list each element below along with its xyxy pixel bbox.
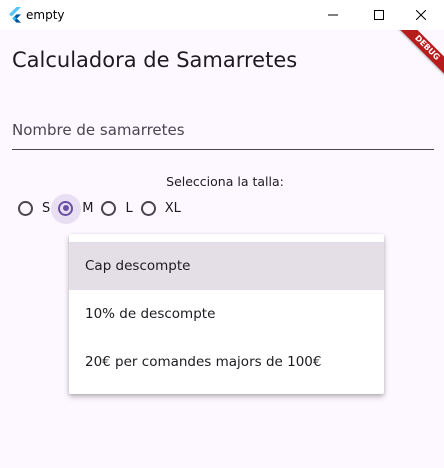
- maximize-button[interactable]: [356, 0, 402, 30]
- size-option-m[interactable]: M: [51, 193, 94, 224]
- size-option-label: XL: [164, 200, 181, 216]
- minimize-icon: [328, 14, 338, 16]
- page-title: Calculadora de Samarretes: [12, 48, 298, 72]
- size-option-label: S: [42, 200, 51, 216]
- size-option-xl[interactable]: XL: [140, 200, 181, 216]
- radio-unselected-icon[interactable]: [101, 200, 117, 216]
- size-option-label: L: [125, 200, 133, 216]
- size-option-l[interactable]: L: [101, 200, 133, 216]
- size-option-s[interactable]: S: [18, 200, 51, 216]
- radio-unselected-icon[interactable]: [140, 200, 156, 216]
- close-icon: [416, 10, 426, 20]
- debug-banner: DEBUG: [384, 30, 444, 90]
- window-titlebar: empty: [0, 0, 444, 30]
- radio-unselected-icon[interactable]: [18, 200, 33, 216]
- menu-item-20-euro-discount[interactable]: 20€ per comandes majors de 100€: [69, 338, 384, 386]
- debug-ribbon-label: DEBUG: [390, 30, 444, 85]
- discount-dropdown-menu: Cap descompte 10% de descompte 20€ per c…: [69, 234, 384, 394]
- window-title: empty: [26, 8, 65, 22]
- menu-item-10-percent-discount[interactable]: 10% de descompte: [69, 290, 384, 338]
- size-selector-label-text: Selecciona la talla:: [166, 174, 284, 189]
- size-option-label: M: [82, 200, 94, 216]
- radio-selected-icon[interactable]: [58, 200, 74, 216]
- close-button[interactable]: [398, 0, 444, 30]
- size-radio-group: S M L XL: [18, 193, 189, 224]
- flutter-logo-icon: [9, 7, 21, 23]
- size-selector-label: Selecciona la talla:: [0, 174, 444, 189]
- shirt-count-input[interactable]: [12, 110, 434, 150]
- minimize-button[interactable]: [310, 0, 356, 30]
- menu-item-no-discount[interactable]: Cap descompte: [69, 242, 384, 290]
- maximize-icon: [374, 10, 384, 20]
